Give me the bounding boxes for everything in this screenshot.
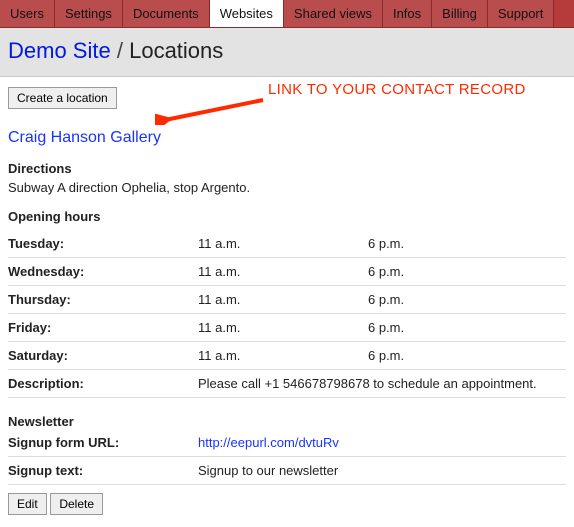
hours-close: 6 p.m. <box>368 342 566 370</box>
tab-shared-views[interactable]: Shared views <box>284 0 383 27</box>
tab-support[interactable]: Support <box>488 0 555 27</box>
hours-open: 11 a.m. <box>198 286 368 314</box>
hours-row: Thursday:11 a.m.6 p.m. <box>8 286 566 314</box>
newsletter-label: Newsletter <box>8 414 566 429</box>
create-location-button[interactable]: Create a location <box>8 87 117 109</box>
signup-text-value: Signup to our newsletter <box>198 463 566 478</box>
breadcrumb: Demo Site / Locations <box>0 28 574 77</box>
hours-open: 11 a.m. <box>198 230 368 258</box>
opening-hours-label: Opening hours <box>8 209 566 224</box>
hours-day: Friday: <box>8 314 198 342</box>
delete-button[interactable]: Delete <box>50 493 103 515</box>
tab-billing[interactable]: Billing <box>432 0 488 27</box>
hours-row: Tuesday:11 a.m.6 p.m. <box>8 230 566 258</box>
breadcrumb-page: Locations <box>129 38 223 63</box>
hours-close: 6 p.m. <box>368 258 566 286</box>
annotation-text: LINK TO YOUR CONTACT RECORD <box>268 81 526 98</box>
signup-url-link[interactable]: http://eepurl.com/dvtuRv <box>198 435 339 450</box>
hours-close: 6 p.m. <box>368 286 566 314</box>
hours-open: 11 a.m. <box>198 342 368 370</box>
tab-users[interactable]: Users <box>0 0 55 27</box>
tab-bar: UsersSettingsDocumentsWebsitesShared vie… <box>0 0 574 28</box>
signup-text-row: Signup text: Signup to our newsletter <box>8 457 566 485</box>
hours-day: Thursday: <box>8 286 198 314</box>
description-row: Description:Please call +1 546678798678 … <box>8 370 566 398</box>
breadcrumb-sep: / <box>117 38 129 63</box>
directions-label: Directions <box>8 161 566 176</box>
edit-button[interactable]: Edit <box>8 493 47 515</box>
hours-day: Saturday: <box>8 342 198 370</box>
content-area: Create a location LINK TO YOUR CONTACT R… <box>0 77 574 527</box>
location-link[interactable]: Craig Hanson Gallery <box>8 129 161 147</box>
hours-close: 6 p.m. <box>368 314 566 342</box>
signup-text-label: Signup text: <box>8 463 198 478</box>
tab-websites[interactable]: Websites <box>210 0 284 27</box>
hours-row: Friday:11 a.m.6 p.m. <box>8 314 566 342</box>
hours-row: Wednesday:11 a.m.6 p.m. <box>8 258 566 286</box>
directions-text: Subway A direction Ophelia, stop Argento… <box>8 180 566 195</box>
hours-open: 11 a.m. <box>198 314 368 342</box>
breadcrumb-site-link[interactable]: Demo Site <box>8 38 111 63</box>
signup-url-label: Signup form URL: <box>8 435 198 450</box>
hours-day: Tuesday: <box>8 230 198 258</box>
tab-settings[interactable]: Settings <box>55 0 123 27</box>
tab-infos[interactable]: Infos <box>383 0 432 27</box>
hours-table: Tuesday:11 a.m.6 p.m.Wednesday:11 a.m.6 … <box>8 230 566 398</box>
hours-row: Saturday:11 a.m.6 p.m. <box>8 342 566 370</box>
hours-close: 6 p.m. <box>368 230 566 258</box>
signup-url-row: Signup form URL: http://eepurl.com/dvtuR… <box>8 429 566 457</box>
description-label: Description: <box>8 370 198 398</box>
hours-open: 11 a.m. <box>198 258 368 286</box>
hours-day: Wednesday: <box>8 258 198 286</box>
tab-documents[interactable]: Documents <box>123 0 210 27</box>
description-text: Please call +1 546678798678 to schedule … <box>198 370 566 398</box>
